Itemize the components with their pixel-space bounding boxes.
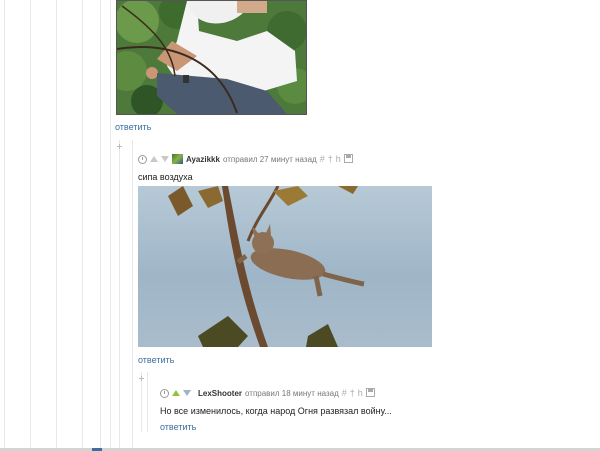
reply-link[interactable]: ответить bbox=[115, 122, 151, 132]
pin-tool-icon[interactable]: † bbox=[350, 388, 355, 398]
thread-line bbox=[147, 372, 148, 432]
clock-icon[interactable] bbox=[138, 154, 147, 164]
thread-line bbox=[110, 0, 111, 451]
pin-tool-icon[interactable]: † bbox=[328, 154, 333, 164]
reply-link[interactable]: ответить bbox=[160, 422, 196, 432]
thread-line bbox=[56, 0, 57, 451]
thread-line bbox=[141, 372, 142, 432]
comment-text: сипа воздуха bbox=[138, 172, 193, 182]
vote-down-icon[interactable] bbox=[183, 390, 191, 396]
photo-man-garden bbox=[117, 1, 306, 114]
comment-image[interactable] bbox=[138, 186, 432, 347]
thread-line bbox=[119, 140, 120, 451]
thread-line bbox=[82, 0, 83, 451]
thread-line bbox=[30, 0, 31, 451]
vote-up-icon[interactable] bbox=[150, 156, 158, 162]
comment-text: Но все изменилось, когда народ Огня разв… bbox=[160, 406, 392, 416]
comment-author[interactable]: Ayazikkk bbox=[186, 155, 220, 164]
comment-header: LexShooter отправил 18 минут назад # † h bbox=[160, 387, 375, 399]
thread-line bbox=[4, 0, 5, 451]
comment-meta: отправил 18 минут назад bbox=[245, 388, 339, 398]
comment-author[interactable]: LexShooter bbox=[198, 389, 242, 398]
vote-down-icon[interactable] bbox=[161, 156, 169, 162]
reply-link[interactable]: ответить bbox=[138, 355, 174, 365]
link-tool-icon[interactable]: # bbox=[342, 388, 347, 398]
vote-up-icon[interactable] bbox=[172, 390, 180, 396]
comment-meta: отправил 27 минут назад bbox=[222, 154, 317, 164]
thread-line bbox=[132, 140, 133, 451]
save-icon[interactable] bbox=[365, 387, 375, 399]
collapse-toggle[interactable] bbox=[139, 376, 144, 381]
thread-line bbox=[100, 0, 101, 451]
link-tool-icon[interactable]: # bbox=[320, 154, 325, 164]
avatar[interactable] bbox=[172, 154, 183, 164]
photo-cat-on-tree bbox=[168, 186, 365, 347]
branch-tool-icon[interactable]: h bbox=[336, 154, 341, 164]
comment-header: Ayazikkk отправил 27 минут назад # † h bbox=[138, 153, 353, 165]
comment-photo[interactable] bbox=[116, 0, 307, 115]
save-icon[interactable] bbox=[343, 153, 353, 165]
branch-tool-icon[interactable]: h bbox=[358, 388, 363, 398]
collapse-toggle[interactable] bbox=[117, 144, 122, 149]
clock-icon[interactable] bbox=[160, 388, 169, 398]
